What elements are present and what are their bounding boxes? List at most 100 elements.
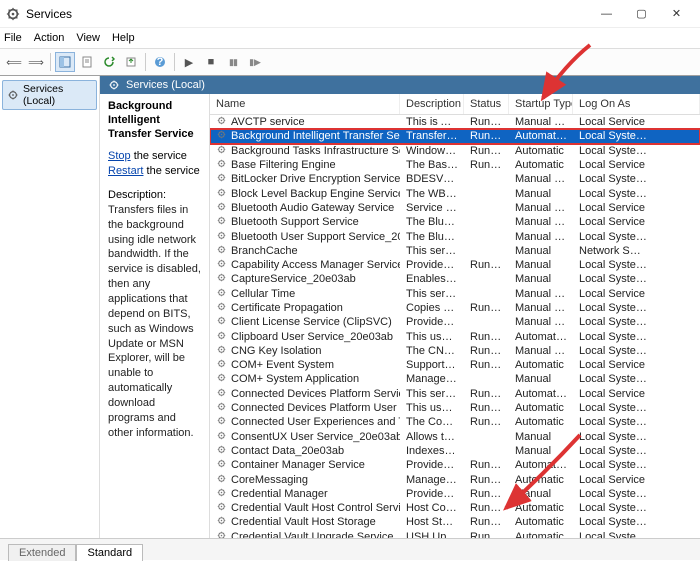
show-hide-tree-button[interactable]: [55, 52, 75, 72]
service-desc: The WBENG…: [400, 188, 464, 200]
service-name: Bluetooth User Support Service_20e03ab: [231, 231, 400, 243]
col-name[interactable]: Name: [210, 94, 400, 114]
stop-service-button[interactable]: ■: [201, 52, 221, 72]
table-row[interactable]: Base Filtering EngineThe Base Fil…Runnin…: [210, 158, 700, 172]
service-logon: Local Service: [573, 288, 700, 300]
service-desc: Host Contro…: [400, 502, 464, 514]
service-logon: Local Service: [573, 359, 700, 371]
service-name: COM+ System Application: [231, 373, 359, 385]
col-description[interactable]: Description: [400, 94, 464, 114]
maximize-button[interactable]: ▢: [624, 3, 659, 25]
table-row[interactable]: AVCTP serviceThis is Audi…RunningManual …: [210, 115, 700, 129]
gear-icon: [216, 387, 227, 401]
service-name: Connected Devices Platform Service: [231, 388, 400, 400]
table-row[interactable]: Cellular TimeThis service …Manual (Trig……: [210, 287, 700, 301]
table-row[interactable]: Credential ManagerProvides se…RunningMan…: [210, 487, 700, 501]
gear-icon: [216, 272, 227, 286]
table-row[interactable]: Block Level Backup Engine ServiceThe WBE…: [210, 186, 700, 200]
table-row[interactable]: COM+ System ApplicationManages th…Manual…: [210, 372, 700, 386]
forward-button[interactable]: ⟹: [26, 52, 46, 72]
service-desc: Windows inf…: [400, 145, 464, 157]
col-status[interactable]: Status: [464, 94, 509, 114]
service-logon: Local Service: [573, 474, 700, 486]
table-row[interactable]: Connected User Experiences and Telemetry…: [210, 415, 700, 429]
gear-icon: [216, 230, 227, 244]
close-button[interactable]: ✕: [659, 3, 694, 25]
gear-icon: [216, 415, 227, 429]
service-status: Running: [464, 145, 509, 157]
table-row[interactable]: Bluetooth User Support Service_20e03abTh…: [210, 229, 700, 243]
refresh-button[interactable]: [99, 52, 119, 72]
table-row[interactable]: CNG Key IsolationThe CNG ke…RunningManua…: [210, 344, 700, 358]
table-row[interactable]: BranchCacheThis service …ManualNetwork S…: [210, 244, 700, 258]
back-button[interactable]: ⟸: [4, 52, 24, 72]
start-service-button[interactable]: ▶: [179, 52, 199, 72]
tree-root-services-local[interactable]: Services (Local): [2, 80, 97, 110]
minimize-button[interactable]: —: [589, 3, 624, 25]
pause-service-button[interactable]: ▮▮: [223, 52, 243, 72]
service-status: Running: [464, 474, 509, 486]
service-status: Running: [464, 388, 509, 400]
table-row[interactable]: Connected Devices Platform User Service_…: [210, 401, 700, 415]
service-startup: Manual (Trig…: [509, 216, 573, 228]
service-startup: Manual: [509, 488, 573, 500]
service-startup: Automatic: [509, 416, 573, 428]
table-row[interactable]: CaptureService_20e03abEnables opti…Manua…: [210, 272, 700, 286]
service-logon: Local Syste…: [573, 259, 700, 271]
service-logon: Local Syste…: [573, 459, 700, 471]
help-button[interactable]: ?: [150, 52, 170, 72]
menu-view[interactable]: View: [76, 32, 100, 44]
service-startup: Manual: [509, 373, 573, 385]
service-name: Block Level Backup Engine Service: [231, 188, 400, 200]
table-row[interactable]: BitLocker Drive Encryption ServiceBDESVC…: [210, 172, 700, 186]
table-row[interactable]: Background Intelligent Transfer ServiceT…: [210, 129, 700, 143]
restart-link[interactable]: Restart: [108, 165, 143, 177]
table-row[interactable]: Container Manager ServiceProvides su…Run…: [210, 458, 700, 472]
table-row[interactable]: Credential Vault Host StorageHost Storag…: [210, 515, 700, 529]
table-row[interactable]: Contact Data_20e03abIndexes con…ManualLo…: [210, 444, 700, 458]
properties-button[interactable]: [77, 52, 97, 72]
table-row[interactable]: Capability Access Manager ServiceProvide…: [210, 258, 700, 272]
service-startup: Manual: [509, 259, 573, 271]
table-row[interactable]: Clipboard User Service_20e03abThis user …: [210, 329, 700, 343]
service-desc: Host Storag…: [400, 516, 464, 528]
table-row[interactable]: Client License Service (ClipSVC)Provides…: [210, 315, 700, 329]
service-status: Running: [464, 359, 509, 371]
table-row[interactable]: ConsentUX User Service_20e03abAllows the…: [210, 430, 700, 444]
tab-extended[interactable]: Extended: [8, 544, 76, 561]
col-logon-as[interactable]: Log On As: [573, 94, 700, 114]
menu-help[interactable]: Help: [112, 32, 135, 44]
table-row[interactable]: CoreMessagingManages co…RunningAutomatic…: [210, 472, 700, 486]
service-status: Running: [464, 459, 509, 471]
table-row[interactable]: Certificate PropagationCopies user …Runn…: [210, 301, 700, 315]
menu-action[interactable]: Action: [34, 32, 65, 44]
footer-tabs: Extended Standard: [0, 538, 700, 560]
service-desc: The Connec…: [400, 416, 464, 428]
gear-icon: [216, 158, 227, 172]
service-name: Client License Service (ClipSVC): [231, 316, 392, 328]
service-desc: Copies user …: [400, 302, 464, 314]
tab-standard[interactable]: Standard: [76, 544, 143, 561]
gear-icon: [216, 515, 227, 529]
service-desc: The Bluetoo…: [400, 231, 464, 243]
table-row[interactable]: Bluetooth Support ServiceThe Bluetoo…Man…: [210, 215, 700, 229]
table-row[interactable]: Connected Devices Platform ServiceThis s…: [210, 387, 700, 401]
service-status: Running: [464, 416, 509, 428]
gear-icon: [216, 330, 227, 344]
restart-service-button[interactable]: ▮▶: [245, 52, 265, 72]
export-button[interactable]: [121, 52, 141, 72]
service-logon: Local Syste…: [573, 445, 700, 457]
table-row[interactable]: Credential Vault Host Control ServiceHos…: [210, 501, 700, 515]
table-row[interactable]: COM+ Event SystemSupports Sy…RunningAuto…: [210, 358, 700, 372]
table-row[interactable]: Background Tasks Infrastructure ServiceW…: [210, 144, 700, 158]
col-startup-type[interactable]: Startup Type: [509, 94, 573, 114]
service-name: Credential Vault Upgrade Service: [231, 531, 393, 538]
service-logon: Network S…: [573, 245, 700, 257]
service-logon: Local Syste…: [573, 502, 700, 514]
service-name: BitLocker Drive Encryption Service: [231, 173, 400, 185]
table-row[interactable]: Bluetooth Audio Gateway ServiceService s…: [210, 201, 700, 215]
menu-file[interactable]: File: [4, 32, 22, 44]
stop-link[interactable]: Stop: [108, 150, 131, 162]
service-status: Running: [464, 159, 509, 171]
table-row[interactable]: Credential Vault Upgrade ServiceUSH Upgr…: [210, 530, 700, 538]
